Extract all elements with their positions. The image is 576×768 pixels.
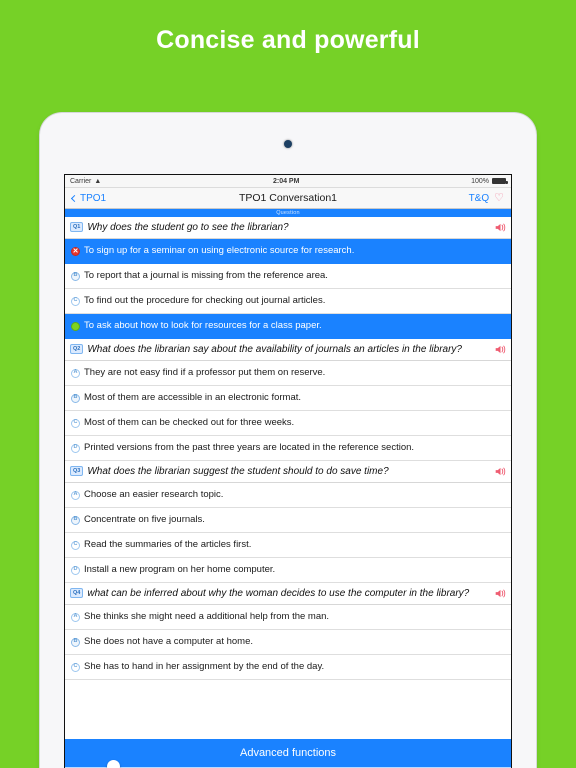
question-row: Q1 Why does the student go to see the lib… bbox=[65, 217, 511, 239]
heart-outline-icon[interactable]: ♡ bbox=[494, 192, 504, 204]
tq-button[interactable]: T&Q bbox=[469, 193, 490, 204]
option-marker-d-icon: D bbox=[71, 443, 80, 453]
question-list[interactable]: Question Q1 Why does the student go to se… bbox=[65, 209, 511, 739]
option-text: Concentrate on five journals. bbox=[84, 514, 205, 525]
advanced-functions-label: Advanced functions bbox=[239, 747, 336, 759]
question-number-badge: Q3 bbox=[70, 466, 84, 476]
option-marker-d-icon bbox=[71, 321, 80, 331]
option-row[interactable]: To ask about how to look for resources f… bbox=[65, 314, 511, 339]
question-text: What does the librarian say about the av… bbox=[87, 344, 462, 355]
option-text: To find out the procedure for checking o… bbox=[84, 295, 326, 306]
battery-percent-label: 100% bbox=[471, 177, 489, 185]
speaker-icon[interactable] bbox=[495, 588, 506, 599]
option-text: To sign up for a seminar on using electr… bbox=[84, 245, 355, 256]
option-row[interactable]: B She does not have a computer at home. bbox=[65, 630, 511, 655]
nav-right-actions: T&Q ♡ bbox=[469, 192, 504, 204]
option-row[interactable]: B To report that a journal is missing fro… bbox=[65, 264, 511, 289]
page-title: Concise and powerful bbox=[156, 26, 420, 54]
ios-status-bar: Carrier ▲ 2:04 PM 100% bbox=[65, 175, 511, 188]
wifi-icon: ▲ bbox=[94, 177, 102, 185]
option-row[interactable]: A Choose an easier research topic. bbox=[65, 483, 511, 508]
back-button-label: TPO1 bbox=[80, 192, 107, 204]
option-text: Choose an easier research topic. bbox=[84, 489, 224, 500]
option-text: Most of them can be checked out for thre… bbox=[84, 417, 295, 428]
question-row: Q4 what can be inferred about why the wom… bbox=[65, 583, 511, 605]
option-row[interactable]: A She thinks she might need a additional … bbox=[65, 605, 511, 630]
option-marker-c-icon: C bbox=[71, 296, 80, 306]
option-row[interactable]: B Most of them are accessible in an elect… bbox=[65, 386, 511, 411]
front-camera-icon bbox=[284, 140, 292, 148]
option-marker-b-icon: B bbox=[71, 515, 80, 525]
option-marker-b-icon: B bbox=[71, 271, 80, 281]
status-left: Carrier ▲ bbox=[70, 178, 101, 185]
status-right: 100% bbox=[471, 177, 508, 185]
question-number-badge: Q4 bbox=[70, 588, 84, 598]
question-row: Q2 What does the librarian say about the … bbox=[65, 339, 511, 361]
option-marker-b-icon: B bbox=[71, 637, 80, 647]
option-text: She does not have a computer at home. bbox=[84, 636, 253, 647]
section-header-question: Question bbox=[65, 209, 511, 217]
option-row[interactable]: ✕ To sign up for a seminar on using elect… bbox=[65, 239, 511, 264]
option-row[interactable]: A They are not easy find if a professor p… bbox=[65, 361, 511, 386]
back-button[interactable]: TPO1 bbox=[70, 192, 107, 204]
advanced-functions-button[interactable]: Advanced functions bbox=[65, 739, 511, 768]
option-marker-a-icon: ✕ bbox=[71, 246, 80, 256]
question-number-badge: Q1 bbox=[70, 222, 84, 232]
option-row[interactable]: C Read the summaries of the articles firs… bbox=[65, 533, 511, 558]
option-row[interactable]: D Printed versions from the past three ye… bbox=[65, 436, 511, 461]
option-text: Most of them are accessible in an electr… bbox=[84, 392, 302, 403]
carrier-label: Carrier bbox=[70, 177, 92, 185]
app-screen: Carrier ▲ 2:04 PM 100% TPO1 TPO1 Convers… bbox=[64, 174, 512, 768]
ipad-device-frame: Carrier ▲ 2:04 PM 100% TPO1 TPO1 Convers… bbox=[40, 113, 536, 768]
app-nav-bar: TPO1 TPO1 Conversation1 T&Q ♡ bbox=[65, 188, 511, 209]
option-marker-a-icon: A bbox=[71, 490, 80, 500]
status-clock: 2:04 PM bbox=[272, 177, 300, 185]
speaker-icon[interactable] bbox=[495, 344, 506, 355]
option-row[interactable]: C To find out the procedure for checking … bbox=[65, 289, 511, 314]
question-text: What does the librarian suggest the stud… bbox=[87, 466, 389, 477]
option-marker-b-icon: B bbox=[71, 393, 80, 403]
question-row: Q3 What does the librarian suggest the st… bbox=[65, 461, 511, 483]
option-row[interactable]: D Install a new program on her home compu… bbox=[65, 558, 511, 583]
option-marker-a-icon: A bbox=[71, 368, 80, 378]
option-text: Install a new program on her home comput… bbox=[84, 564, 276, 575]
questions-container: Q1 Why does the student go to see the lib… bbox=[65, 217, 511, 680]
question-text: what can be inferred about why the woman… bbox=[87, 588, 470, 599]
option-text: Printed versions from the past three yea… bbox=[84, 442, 415, 453]
option-row[interactable]: C Most of them can be checked out for thr… bbox=[65, 411, 511, 436]
slider-knob[interactable] bbox=[107, 760, 120, 768]
question-text: Why does the student go to see the libra… bbox=[87, 222, 289, 233]
option-row[interactable]: C She has to hand in her assignment by th… bbox=[65, 655, 511, 680]
question-number-badge: Q2 bbox=[70, 344, 84, 354]
option-marker-d-icon: D bbox=[71, 565, 80, 575]
option-marker-a-icon: A bbox=[71, 612, 80, 622]
option-text: They are not easy find if a professor pu… bbox=[84, 367, 326, 378]
option-text: To ask about how to look for resources f… bbox=[84, 320, 322, 331]
speaker-icon[interactable] bbox=[495, 222, 506, 233]
speaker-icon[interactable] bbox=[495, 466, 506, 477]
nav-title: TPO1 Conversation1 bbox=[238, 192, 338, 204]
option-text: She has to hand in her assignment by the… bbox=[84, 661, 325, 672]
option-marker-c-icon: C bbox=[71, 540, 80, 550]
option-text: She thinks she might need a additional h… bbox=[84, 611, 330, 622]
option-row[interactable]: B Concentrate on five journals. bbox=[65, 508, 511, 533]
chevron-left-icon bbox=[70, 194, 79, 202]
option-text: To report that a journal is missing from… bbox=[84, 270, 328, 281]
option-marker-c-icon: C bbox=[71, 662, 80, 672]
option-text: Read the summaries of the articles first… bbox=[84, 539, 252, 550]
battery-full-icon bbox=[492, 178, 508, 184]
option-marker-c-icon: C bbox=[71, 418, 80, 428]
